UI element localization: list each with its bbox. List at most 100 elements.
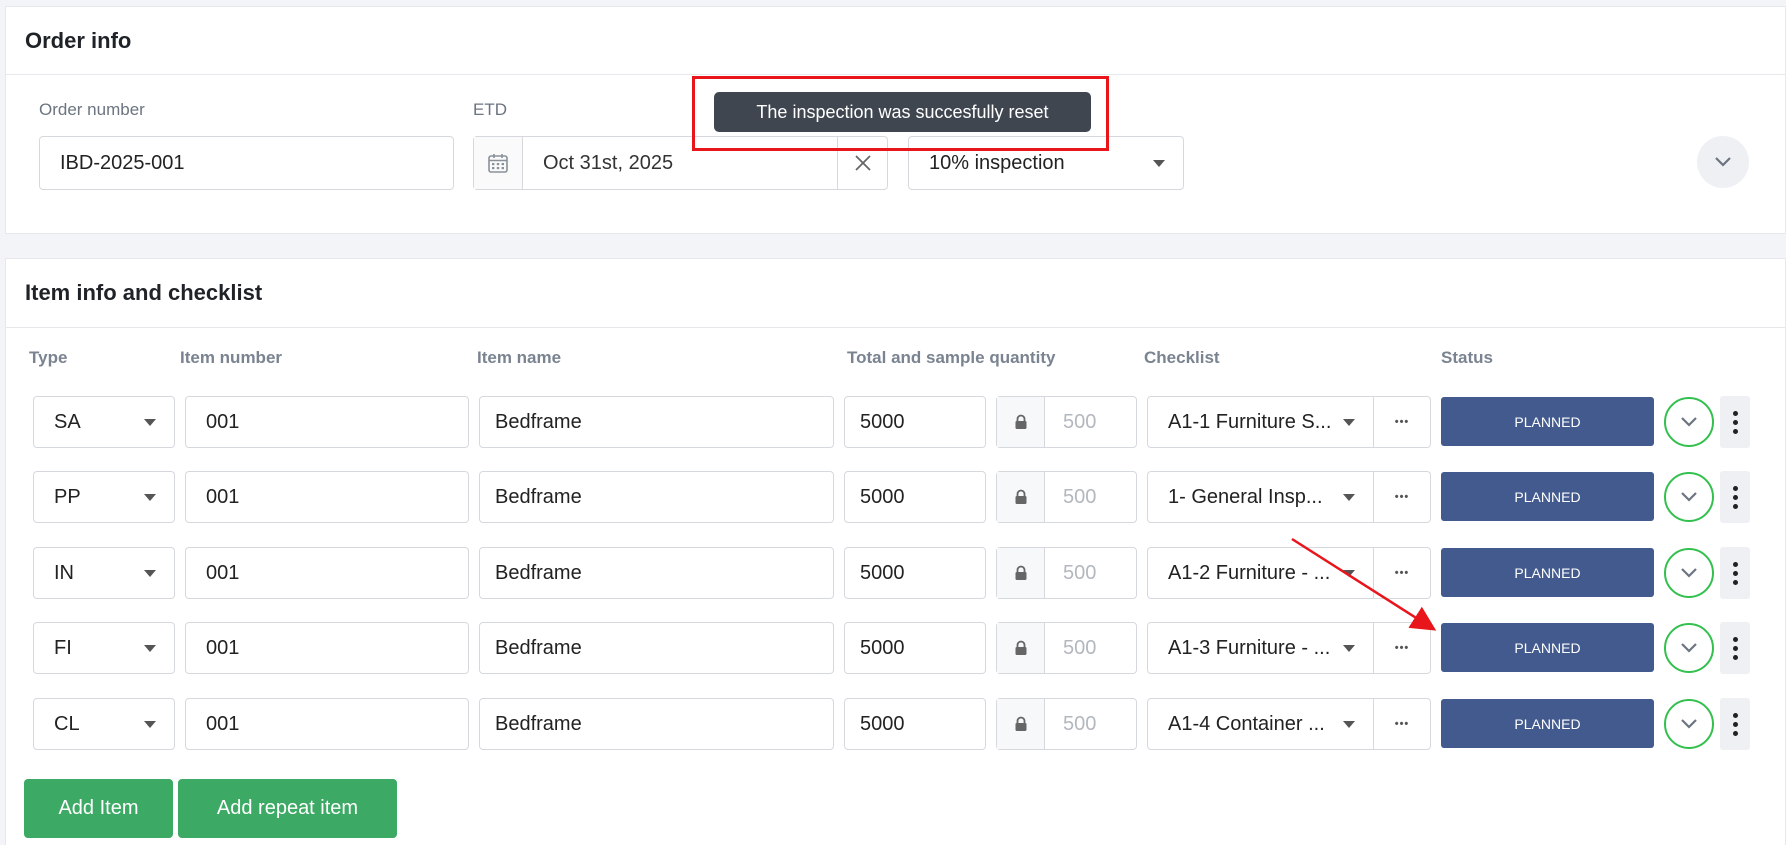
chevron-down-icon xyxy=(1681,492,1697,502)
sample-quantity-group: 500 xyxy=(996,471,1137,523)
checklist-value: A1-3 Furniture - ... xyxy=(1168,636,1331,659)
caret-down-icon xyxy=(144,645,156,652)
total-quantity-input[interactable]: 5000 xyxy=(844,547,986,599)
caret-down-icon xyxy=(144,419,156,426)
item-number-input[interactable]: 001 xyxy=(185,547,469,599)
caret-down-icon xyxy=(144,494,156,501)
chevron-down-icon xyxy=(1681,417,1697,427)
status-button[interactable]: PLANNED xyxy=(1441,472,1654,521)
checklist-select[interactable]: A1-3 Furniture - ... xyxy=(1147,622,1374,674)
column-header-checklist: Checklist xyxy=(1144,348,1220,367)
status-button[interactable]: PLANNED xyxy=(1441,699,1654,748)
caret-down-icon xyxy=(1343,721,1355,728)
item-number-input[interactable]: 001 xyxy=(185,698,469,750)
status-button[interactable]: PLANNED xyxy=(1441,548,1654,597)
total-quantity-input[interactable]: 5000 xyxy=(844,396,986,448)
type-value: FI xyxy=(54,636,72,659)
item-number-input[interactable]: 001 xyxy=(185,471,469,523)
item-name-input[interactable]: Bedframe xyxy=(479,396,834,448)
column-header-item-name: Item name xyxy=(477,348,562,367)
lock-icon[interactable] xyxy=(997,472,1045,522)
inspection-type-value: 10% inspection xyxy=(929,151,1065,174)
more-horizontal-icon[interactable]: ••• xyxy=(1373,396,1431,448)
item-number-input[interactable]: 001 xyxy=(185,396,469,448)
more-vertical-icon[interactable] xyxy=(1720,622,1750,674)
type-select[interactable]: IN xyxy=(33,547,175,599)
sample-quantity-group: 500 xyxy=(996,622,1137,674)
more-vertical-icon[interactable] xyxy=(1720,471,1750,523)
caret-down-icon xyxy=(144,721,156,728)
checklist-select[interactable]: A1-2 Furniture - ... xyxy=(1147,547,1374,599)
type-select[interactable]: PP xyxy=(33,471,175,523)
collapse-order-button[interactable] xyxy=(1697,136,1749,188)
type-value: SA xyxy=(54,410,81,433)
checklist-select[interactable]: A1-1 Furniture S... xyxy=(1147,396,1374,448)
sample-quantity-group: 500 xyxy=(996,698,1137,750)
status-button[interactable]: PLANNED xyxy=(1441,397,1654,446)
expand-row-button[interactable] xyxy=(1664,548,1714,598)
order-info-title: Order info xyxy=(6,7,1785,75)
expand-row-button[interactable] xyxy=(1664,623,1714,673)
chevron-down-icon xyxy=(1681,719,1697,729)
more-vertical-icon[interactable] xyxy=(1720,698,1750,750)
lock-icon[interactable] xyxy=(997,699,1045,749)
type-select[interactable]: SA xyxy=(33,396,175,448)
sample-quantity-group: 500 xyxy=(996,547,1137,599)
total-quantity-input[interactable]: 5000 xyxy=(844,698,986,750)
caret-down-icon xyxy=(1343,645,1355,652)
column-header-type: Type xyxy=(29,348,68,367)
total-quantity-input[interactable]: 5000 xyxy=(844,622,986,674)
caret-down-icon xyxy=(1343,494,1355,501)
item-number-input[interactable]: 001 xyxy=(185,622,469,674)
caret-down-icon xyxy=(1153,160,1165,167)
more-horizontal-icon[interactable]: ••• xyxy=(1373,471,1431,523)
checklist-value: A1-1 Furniture S... xyxy=(1168,410,1332,433)
more-vertical-icon[interactable] xyxy=(1720,547,1750,599)
type-value: PP xyxy=(54,485,81,508)
expand-row-button[interactable] xyxy=(1664,699,1714,749)
type-value: IN xyxy=(54,561,74,584)
column-header-item-number: Item number xyxy=(180,348,283,367)
sample-quantity-value: 500 xyxy=(1063,410,1097,433)
item-name-input[interactable]: Bedframe xyxy=(479,547,834,599)
expand-row-button[interactable] xyxy=(1664,397,1714,447)
add-item-button[interactable]: Add Item xyxy=(24,779,173,838)
column-header-quantity: Total and sample quantity xyxy=(847,348,1056,367)
more-horizontal-icon[interactable]: ••• xyxy=(1373,622,1431,674)
more-horizontal-icon[interactable]: ••• xyxy=(1373,698,1431,750)
more-horizontal-icon[interactable]: ••• xyxy=(1373,547,1431,599)
column-header-status: Status xyxy=(1441,348,1493,367)
checklist-value: A1-4 Container ... xyxy=(1168,712,1325,735)
caret-down-icon xyxy=(1343,570,1355,577)
sample-quantity-value: 500 xyxy=(1063,636,1097,659)
status-button[interactable]: PLANNED xyxy=(1441,623,1654,672)
checklist-select[interactable]: A1-4 Container ... xyxy=(1147,698,1374,750)
expand-row-button[interactable] xyxy=(1664,472,1714,522)
toast-message: The inspection was succesfully reset xyxy=(714,92,1091,132)
more-vertical-icon[interactable] xyxy=(1720,396,1750,448)
chevron-down-icon xyxy=(1681,643,1697,653)
sample-quantity-value: 500 xyxy=(1063,561,1097,584)
total-quantity-input[interactable]: 5000 xyxy=(844,471,986,523)
checklist-select[interactable]: 1- General Insp... xyxy=(1147,471,1374,523)
caret-down-icon xyxy=(1343,419,1355,426)
item-name-input[interactable]: Bedframe xyxy=(479,471,834,523)
sample-quantity-group: 500 xyxy=(996,396,1137,448)
sample-quantity-value: 500 xyxy=(1063,485,1097,508)
item-name-input[interactable]: Bedframe xyxy=(479,622,834,674)
lock-icon[interactable] xyxy=(997,397,1045,447)
calendar-icon[interactable] xyxy=(474,137,523,189)
order-number-input[interactable]: IBD-2025-001 xyxy=(39,136,454,190)
add-repeat-item-button[interactable]: Add repeat item xyxy=(178,779,397,838)
chevron-down-icon xyxy=(1681,568,1697,578)
lock-icon[interactable] xyxy=(997,548,1045,598)
lock-icon[interactable] xyxy=(997,623,1045,673)
type-select[interactable]: CL xyxy=(33,698,175,750)
etd-label: ETD xyxy=(473,100,507,119)
sample-quantity-value: 500 xyxy=(1063,712,1097,735)
checklist-value: A1-2 Furniture - ... xyxy=(1168,561,1331,584)
checklist-value: 1- General Insp... xyxy=(1168,485,1323,508)
items-title: Item info and checklist xyxy=(6,259,1785,328)
type-select[interactable]: FI xyxy=(33,622,175,674)
item-name-input[interactable]: Bedframe xyxy=(479,698,834,750)
